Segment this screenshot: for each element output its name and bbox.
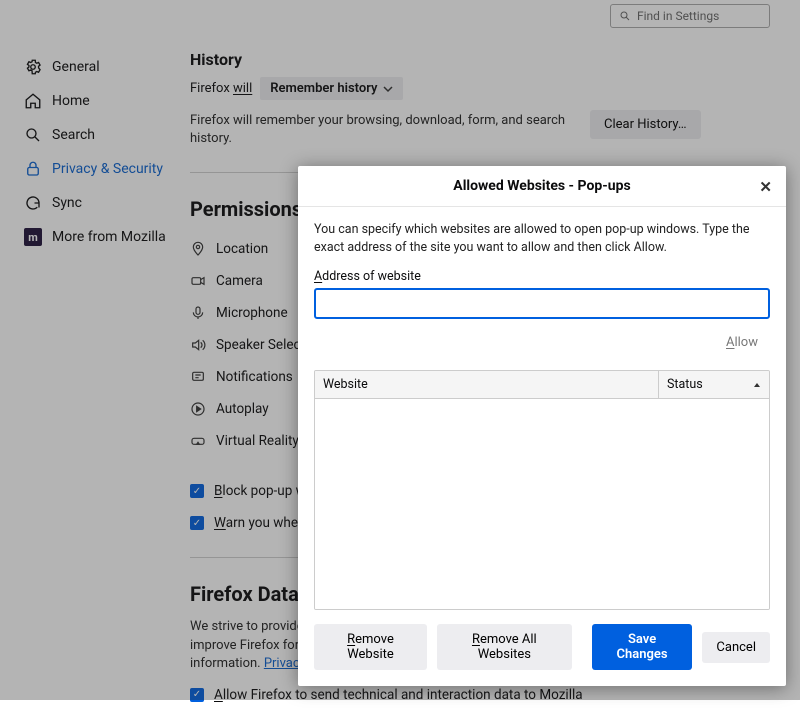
dialog-description: You can specify which websites are allow… (314, 221, 770, 257)
remove-all-websites-button[interactable]: Remove All Websites (437, 624, 572, 670)
table-body-empty (315, 399, 769, 609)
allowed-sites-table: Website Status (314, 370, 770, 610)
sort-asc-icon (753, 381, 761, 389)
allow-button[interactable]: Allow (714, 329, 770, 356)
remove-website-button[interactable]: Remove Website (314, 624, 427, 670)
allowed-popups-dialog: Allowed Websites - Pop-ups ✕ You can spe… (298, 166, 786, 686)
address-input[interactable] (314, 288, 770, 319)
address-field-label: Address of website (314, 269, 770, 284)
close-icon[interactable]: ✕ (759, 178, 772, 196)
dialog-title: Allowed Websites - Pop-ups ✕ (298, 166, 786, 207)
column-header-website[interactable]: Website (315, 371, 659, 398)
cancel-button[interactable]: Cancel (702, 632, 770, 663)
column-header-status[interactable]: Status (659, 371, 769, 398)
save-changes-button[interactable]: Save Changes (592, 624, 693, 670)
